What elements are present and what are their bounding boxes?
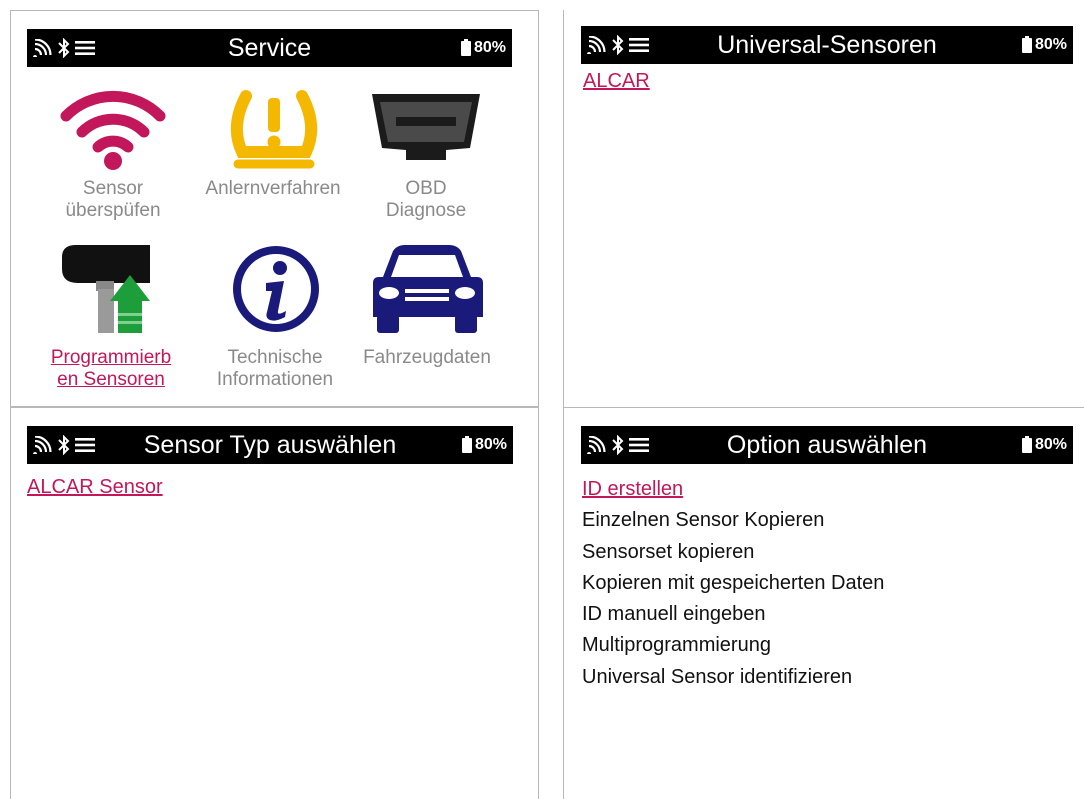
- battery-icon: [1021, 435, 1032, 453]
- battery-level: 80%: [473, 39, 506, 56]
- list-item[interactable]: Universal Sensor identifizieren: [582, 662, 884, 693]
- battery-level: 80%: [1034, 36, 1067, 53]
- battery-icon: [1021, 35, 1032, 53]
- screen-title: Service: [227, 34, 312, 62]
- status-bar: Option auswählen 80%: [581, 426, 1073, 464]
- tile-label: Informationen: [216, 369, 334, 390]
- tile-label: en Sensoren: [57, 369, 165, 390]
- list-item-selected[interactable]: ID erstellen: [582, 478, 683, 500]
- tile-sensor-check[interactable]: Sensor überspüfen: [33, 86, 193, 236]
- car-icon: [373, 245, 483, 333]
- sensor-type-panel: Sensor Typ auswählen 80% ALCAR Sensor: [10, 407, 539, 799]
- list-item[interactable]: Multiprogrammierung: [582, 630, 884, 661]
- status-bar: Sensor Typ auswählen 80%: [27, 426, 513, 464]
- list-item[interactable]: Sensorset kopieren: [582, 537, 884, 568]
- tile-relearn[interactable]: Anlernverfahren: [193, 86, 353, 236]
- tile-programmable-sensors[interactable]: Programmierb en Sensoren: [31, 241, 191, 391]
- battery-icon: [460, 38, 471, 56]
- tile-label: überspüfen: [65, 200, 161, 221]
- option-panel: Option auswählen 80% ID erstellen Einzel…: [563, 407, 1084, 799]
- sensor-brand-list: ALCAR: [583, 70, 650, 93]
- list-item[interactable]: Einzelnen Sensor Kopieren: [582, 505, 884, 536]
- universal-sensors-panel: Universal-Sensoren 80% ALCAR: [563, 10, 1084, 407]
- tile-label: Sensor: [82, 178, 144, 199]
- list-item-alcar[interactable]: ALCAR: [583, 70, 650, 92]
- sensor-program-icon: [62, 245, 150, 333]
- list-item[interactable]: ID manuell eingeben: [582, 599, 884, 630]
- tile-label: Technische: [227, 347, 323, 368]
- battery-level: 80%: [474, 436, 507, 453]
- tile-vehicle-data[interactable]: Fahrzeugdaten: [347, 241, 507, 391]
- option-list: ID erstellen Einzelnen Sensor Kopieren S…: [582, 474, 884, 693]
- status-bar: Service 80%: [27, 29, 512, 67]
- tile-technical-info[interactable]: Technische Informationen: [195, 241, 355, 391]
- info-icon: [233, 246, 319, 332]
- obd-connector-icon: [372, 94, 480, 160]
- status-bar: Universal-Sensoren 80%: [581, 26, 1073, 64]
- battery-level: 80%: [1034, 436, 1067, 453]
- wifi-icon: [60, 90, 166, 170]
- service-panel: Service 80% Sensor überspüfen Anlernverf…: [10, 10, 539, 407]
- tile-label: OBD: [405, 178, 447, 199]
- tpms-warning-icon: [230, 90, 318, 169]
- sensor-type-list: ALCAR Sensor: [27, 476, 163, 499]
- tile-label: Fahrzeugdaten: [363, 347, 491, 368]
- list-item-alcar-sensor[interactable]: ALCAR Sensor: [27, 476, 163, 498]
- list-item[interactable]: Kopieren mit gespeicherten Daten: [582, 568, 884, 599]
- screen-title: Sensor Typ auswählen: [143, 431, 397, 459]
- tile-label: Diagnose: [385, 200, 467, 221]
- tile-label: Anlernverfahren: [205, 178, 341, 199]
- tile-obd[interactable]: OBD Diagnose: [346, 86, 506, 236]
- screen-title: Universal-Sensoren: [717, 31, 937, 59]
- tile-label: Programmierb: [50, 347, 172, 368]
- screen-title: Option auswählen: [726, 431, 928, 459]
- battery-icon: [461, 435, 472, 453]
